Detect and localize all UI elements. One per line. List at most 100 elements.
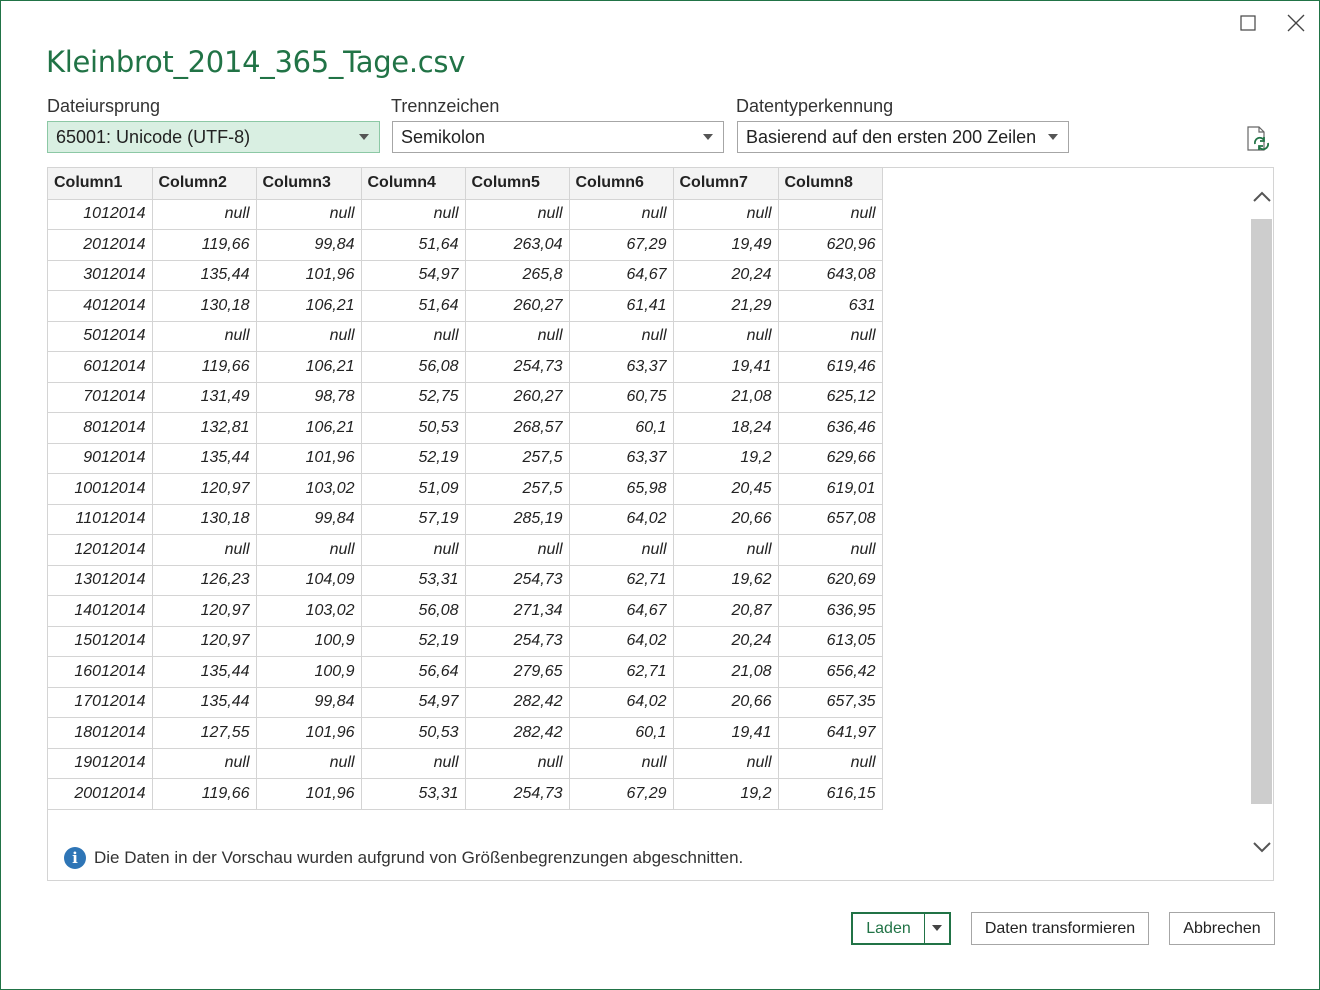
table-cell[interactable]: 130,18: [151, 503, 257, 535]
table-cell[interactable]: 64,67: [568, 595, 674, 627]
table-cell[interactable]: 620,69: [777, 564, 883, 596]
table-cell[interactable]: 19,2: [672, 442, 779, 474]
table-cell[interactable]: null: [255, 320, 362, 352]
table-cell[interactable]: 67,29: [568, 778, 674, 810]
table-cell[interactable]: 657,08: [777, 503, 883, 535]
table-cell[interactable]: 64,02: [568, 625, 674, 657]
table-cell[interactable]: 100,9: [255, 656, 362, 688]
table-cell[interactable]: null: [568, 747, 674, 779]
load-button[interactable]: Laden: [851, 912, 926, 945]
table-cell[interactable]: 64,02: [568, 503, 674, 535]
table-cell[interactable]: 52,75: [360, 381, 466, 413]
table-cell[interactable]: 101,96: [255, 259, 362, 291]
delimiter-select[interactable]: Semikolon: [392, 121, 724, 153]
table-cell[interactable]: 629,66: [777, 442, 883, 474]
table-cell[interactable]: 131,49: [151, 381, 257, 413]
maximize-button[interactable]: [1234, 9, 1262, 37]
table-cell[interactable]: 12012014: [48, 534, 153, 566]
table-cell[interactable]: 21,08: [672, 381, 779, 413]
table-cell[interactable]: 7012014: [48, 381, 153, 413]
table-cell[interactable]: 254,73: [464, 625, 570, 657]
table-cell[interactable]: 67,29: [568, 229, 674, 261]
table-cell[interactable]: 50,53: [360, 717, 466, 749]
column-header[interactable]: Column2: [151, 168, 257, 200]
table-cell[interactable]: 63,37: [568, 442, 674, 474]
table-cell[interactable]: null: [777, 198, 883, 230]
table-cell[interactable]: 63,37: [568, 351, 674, 383]
table-cell[interactable]: 101,96: [255, 717, 362, 749]
table-cell[interactable]: null: [464, 198, 570, 230]
table-cell[interactable]: 263,04: [464, 229, 570, 261]
table-cell[interactable]: 19,41: [672, 717, 779, 749]
table-cell[interactable]: 101,96: [255, 442, 362, 474]
table-cell[interactable]: 15012014: [48, 625, 153, 657]
table-cell[interactable]: 120,97: [151, 595, 257, 627]
refresh-button[interactable]: [1244, 125, 1272, 153]
table-cell[interactable]: 282,42: [464, 686, 570, 718]
table-cell[interactable]: 19,49: [672, 229, 779, 261]
table-cell[interactable]: 14012014: [48, 595, 153, 627]
table-cell[interactable]: 64,67: [568, 259, 674, 291]
column-header[interactable]: Column8: [777, 168, 883, 200]
table-cell[interactable]: 106,21: [255, 412, 362, 444]
table-cell[interactable]: 279,65: [464, 656, 570, 688]
table-cell[interactable]: 52,19: [360, 625, 466, 657]
table-cell[interactable]: 20,66: [672, 503, 779, 535]
table-cell[interactable]: 19,41: [672, 351, 779, 383]
table-cell[interactable]: 20012014: [48, 778, 153, 810]
column-header[interactable]: Column4: [360, 168, 466, 200]
table-cell[interactable]: 619,01: [777, 473, 883, 505]
table-cell[interactable]: 57,19: [360, 503, 466, 535]
table-cell[interactable]: 2012014: [48, 229, 153, 261]
table-cell[interactable]: null: [464, 534, 570, 566]
table-cell[interactable]: 56,64: [360, 656, 466, 688]
table-cell[interactable]: 98,78: [255, 381, 362, 413]
table-cell[interactable]: null: [360, 320, 466, 352]
table-cell[interactable]: 104,09: [255, 564, 362, 596]
table-cell[interactable]: 656,42: [777, 656, 883, 688]
table-cell[interactable]: 103,02: [255, 595, 362, 627]
table-cell[interactable]: 20,24: [672, 259, 779, 291]
table-cell[interactable]: 21,29: [672, 290, 779, 322]
table-cell[interactable]: 99,84: [255, 229, 362, 261]
table-cell[interactable]: 4012014: [48, 290, 153, 322]
table-cell[interactable]: 285,19: [464, 503, 570, 535]
table-cell[interactable]: null: [464, 320, 570, 352]
table-cell[interactable]: null: [672, 747, 779, 779]
table-cell[interactable]: 10012014: [48, 473, 153, 505]
table-cell[interactable]: 54,97: [360, 259, 466, 291]
table-cell[interactable]: 19012014: [48, 747, 153, 779]
table-cell[interactable]: 135,44: [151, 442, 257, 474]
table-cell[interactable]: 619,46: [777, 351, 883, 383]
table-cell[interactable]: 135,44: [151, 686, 257, 718]
table-cell[interactable]: 56,08: [360, 595, 466, 627]
table-cell[interactable]: 3012014: [48, 259, 153, 291]
table-cell[interactable]: null: [672, 198, 779, 230]
table-cell[interactable]: 636,95: [777, 595, 883, 627]
table-cell[interactable]: null: [360, 198, 466, 230]
table-cell[interactable]: 120,97: [151, 473, 257, 505]
table-cell[interactable]: 1012014: [48, 198, 153, 230]
scroll-up-button[interactable]: [1249, 186, 1273, 208]
table-cell[interactable]: null: [360, 534, 466, 566]
vertical-scrollbar[interactable]: [1249, 168, 1273, 880]
table-cell[interactable]: 20,24: [672, 625, 779, 657]
table-cell[interactable]: 56,08: [360, 351, 466, 383]
table-cell[interactable]: null: [151, 534, 257, 566]
table-cell[interactable]: 254,73: [464, 778, 570, 810]
table-cell[interactable]: 643,08: [777, 259, 883, 291]
table-cell[interactable]: 50,53: [360, 412, 466, 444]
table-cell[interactable]: 18012014: [48, 717, 153, 749]
origin-select[interactable]: 65001: Unicode (UTF-8): [47, 121, 380, 153]
table-cell[interactable]: 64,02: [568, 686, 674, 718]
table-cell[interactable]: 132,81: [151, 412, 257, 444]
transform-data-button[interactable]: Daten transformieren: [971, 912, 1149, 945]
table-cell[interactable]: 119,66: [151, 229, 257, 261]
table-cell[interactable]: 18,24: [672, 412, 779, 444]
table-cell[interactable]: 119,66: [151, 351, 257, 383]
table-cell[interactable]: 62,71: [568, 656, 674, 688]
table-cell[interactable]: null: [777, 534, 883, 566]
table-cell[interactable]: null: [151, 198, 257, 230]
table-cell[interactable]: 20,45: [672, 473, 779, 505]
table-cell[interactable]: null: [777, 747, 883, 779]
